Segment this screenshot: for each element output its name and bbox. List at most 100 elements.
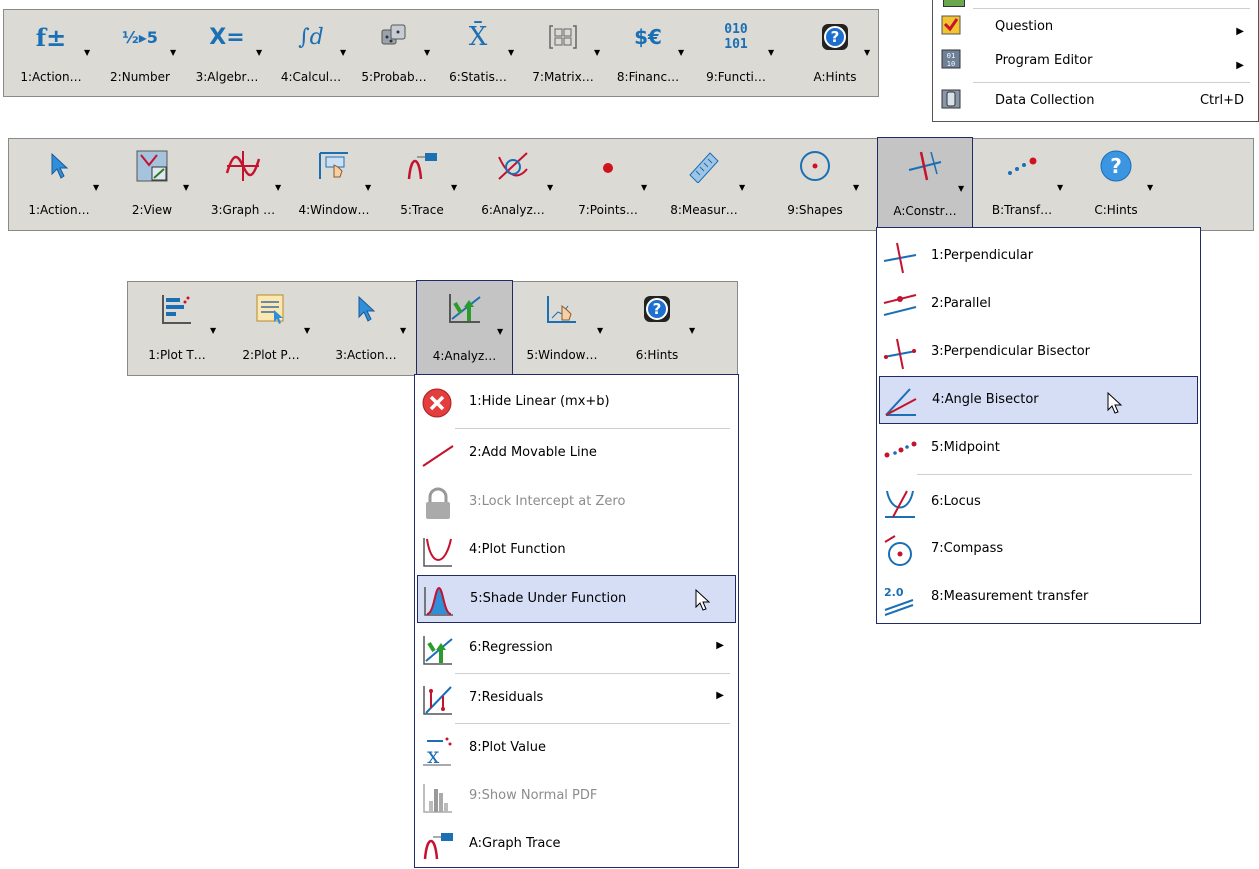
graph-entry-menu-button[interactable]: ▼ 3:Graph … [197,139,289,230]
hints-menu-button[interactable]: ? ▼ 6:Hints [611,282,703,375]
menu-item-parallel[interactable]: 2:Parallel [879,281,1198,329]
menu-item-partial[interactable] [935,0,1256,7]
toolbar-label: 1:Plot T… [148,348,206,362]
svg-text:?: ? [1110,154,1122,178]
toolbar-label: 4:Analyz… [432,349,497,363]
analyze-graph-menu-button[interactable]: ▼ 6:Analyz… [465,139,561,230]
menu-item-data-collection[interactable]: Data Collection Ctrl+D [935,85,1256,117]
finance-menu-button[interactable]: $€ ▼ 8:Financ… [606,10,690,96]
toolbar-label: 6:Statis… [449,70,507,84]
measurement-menu-button[interactable]: ▼ 8:Measur… [655,139,753,230]
construction-menu-button[interactable]: ▼ A:Constr… [877,137,973,232]
plot-properties-menu-button[interactable]: ▼ 2:Plot P… [224,282,318,375]
menu-item-question[interactable]: Question ▶ [935,11,1256,43]
svg-text:?: ? [831,28,840,46]
calculus-menu-button[interactable]: ∫d ▼ 4:Calcul… [270,10,352,96]
points-lines-menu-button[interactable]: ▼ 7:Points… [561,139,655,230]
actions-menu-button[interactable]: ▼ 1:Action… [11,139,107,230]
plot-type-icon [130,287,224,331]
actions-menu-button[interactable]: f± ▼ 1:Action… [6,10,96,96]
transformation-dots-icon [973,144,1071,188]
menu-item-compass[interactable]: 7:Compass [879,526,1198,574]
toolbar-label: A:Constr… [893,204,957,218]
graph-wave-icon [197,144,289,188]
analyze-graph-icon [465,144,561,188]
matrix-menu-button[interactable]: ▼ 7:Matrix… [520,10,606,96]
submenu-arrow-icon: ▶ [1236,60,1244,71]
program-editor-icon: 01 10 [941,49,965,73]
transformation-menu-button[interactable]: ▼ B:Transf… [973,139,1071,230]
analyze-regression-icon [417,286,512,330]
mouse-pointer-icon [694,588,712,616]
menu-item-show-normal-pdf[interactable]: 9:Show Normal PDF [417,773,736,821]
svg-text:01: 01 [947,52,955,60]
menu-item-plot-value[interactable]: x 8:Plot Value [417,725,736,773]
functions-menu-button[interactable]: 010 101 ▼ 9:Functi… [690,10,782,96]
shortcut-label: Ctrl+D [1199,93,1244,108]
toolbar-label: 3:Graph … [210,203,276,217]
menu-item-hide-linear[interactable]: 1:Hide Linear (mx+b) [417,379,736,427]
midpoint-icon [883,433,917,467]
svg-text:x: x [427,744,440,767]
window-zoom-icon [289,144,379,188]
analyze-menu-button[interactable]: ▼ 4:Analyz… [416,280,513,377]
plot-value-icon: x [421,733,455,769]
menu-item-add-movable-line[interactable]: 2:Add Movable Line [417,430,736,478]
analyze-menu: 1:Hide Linear (mx+b) 2:Add Movable Line … [414,374,739,868]
menu-item-perpendicular[interactable]: 1:Perpendicular [879,233,1198,281]
menu-item-residuals[interactable]: 7:Residuals ▶ [417,675,736,723]
shapes-menu-button[interactable]: ▼ 9:Shapes [753,139,877,230]
submenu-arrow-icon: ▶ [716,640,724,651]
actions-menu-button[interactable]: ▼ 3:Action… [318,282,414,375]
algebra-menu-button[interactable]: X= ▼ 3:Algebr… [184,10,270,96]
menu-item-angle-bisector[interactable]: 4:Angle Bisector [879,376,1198,424]
toolbar-label: 7:Points… [578,203,638,217]
perpendicular-construct-icon [878,143,972,187]
menu-item-graph-trace[interactable]: A:Graph Trace [417,821,736,869]
menu-item-measurement-transfer[interactable]: 2.0 8:Measurement transfer [879,574,1198,622]
menu-item-program-editor[interactable]: 01 10 Program Editor ▶ [935,45,1256,77]
toolbar-label: 4:Window… [298,203,370,217]
ruler-icon [655,144,753,188]
toolbar-label: 5:Window… [526,348,598,362]
probability-menu-button[interactable]: ▼ 5:Probab… [352,10,436,96]
menu-item-lock-intercept[interactable]: 3:Lock Intercept at Zero [417,479,736,527]
view-menu-button[interactable]: ▼ 2:View [107,139,197,230]
insert-menu: Question ▶ 01 10 Program Editor ▶ Data Co… [932,0,1259,122]
toolbar-label: 2:View [131,203,173,217]
menu-item-plot-function[interactable]: 4:Plot Function [417,527,736,575]
svg-text:10: 10 [947,60,955,68]
toolbar-label: 5:Trace [400,203,444,217]
lock-icon [421,487,455,521]
number-menu-button[interactable]: ½▸5 ▼ 2:Number [96,10,184,96]
toolbar-label: B:Transf… [991,203,1053,217]
question-icon [941,15,965,39]
menu-item-locus[interactable]: 6:Locus [879,479,1198,527]
help-icon: ? [611,287,703,331]
close-icon [421,387,455,421]
normal-pdf-icon [421,781,455,815]
window-zoom-menu-button[interactable]: ▼ 4:Window… [289,139,379,230]
measurement-transfer-icon: 2.0 [883,582,917,616]
perpendicular-bisector-icon [883,337,917,371]
menu-item-regression[interactable]: 6:Regression ▶ [417,625,736,673]
circle-shape-icon [753,144,877,188]
menu-item-midpoint[interactable]: 5:Midpoint [879,425,1198,473]
mouse-pointer-icon [1106,391,1124,419]
point-icon [561,144,655,188]
submenu-arrow-icon: ▶ [1236,26,1244,37]
trace-menu-button[interactable]: ▼ 5:Trace [379,139,465,230]
plot-type-menu-button[interactable]: ▼ 1:Plot T… [130,282,224,375]
menu-item-perpendicular-bisector[interactable]: 3:Perpendicular Bisector [879,329,1198,377]
window-zoom-menu-button[interactable]: ▼ 5:Window… [513,282,611,375]
menu-item-shade-under-function[interactable]: 5:Shade Under Function [417,575,736,623]
help-icon: ? [1071,144,1161,188]
hints-menu-button[interactable]: ? ▼ C:Hints [1071,139,1161,230]
toolbar-label: 8:Measur… [670,203,738,217]
trace-icon [421,829,455,863]
toolbar-label: 2:Number [110,70,170,84]
hints-menu-button[interactable]: ? ▼ A:Hints [794,10,876,96]
statistics-menu-button[interactable]: X̄ ▼ 6:Statis… [436,10,520,96]
data-collection-icon [941,89,965,113]
toolbar-label: 3:Algebr… [195,70,259,84]
